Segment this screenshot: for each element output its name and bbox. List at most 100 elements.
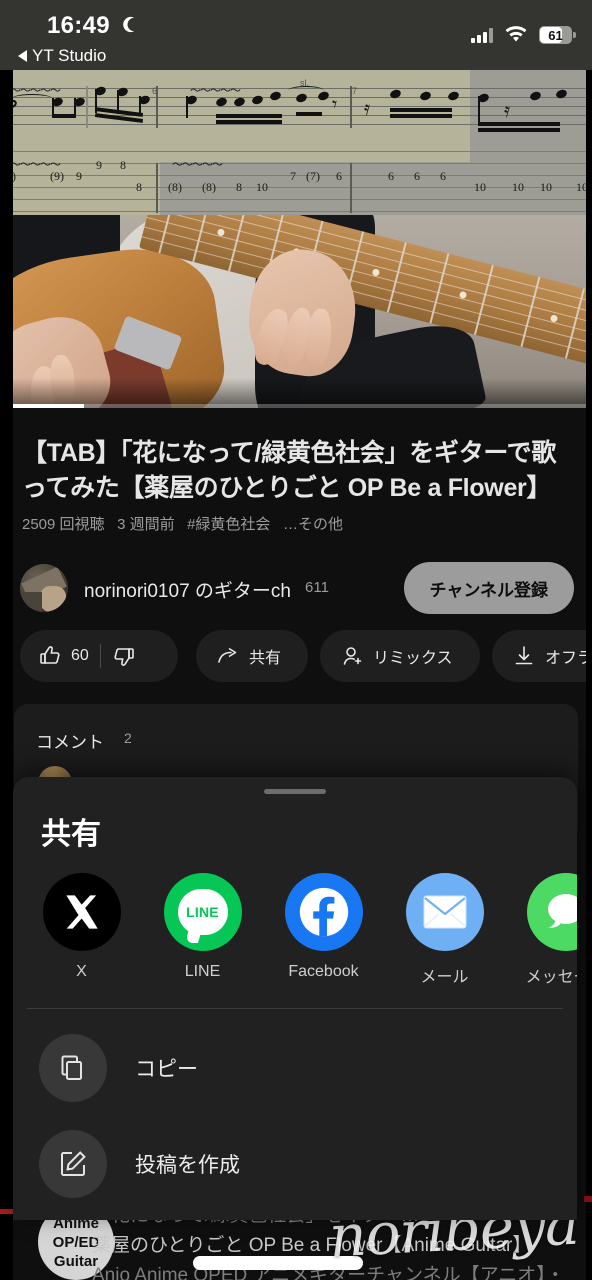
line-wordmark: LINE bbox=[186, 904, 219, 920]
chip-divider bbox=[99, 644, 101, 668]
action-chip-row: 60 共有 リミックス オフラ bbox=[0, 630, 592, 690]
measure-number-7: 7 bbox=[352, 86, 358, 96]
tab-number: 6 bbox=[414, 169, 420, 183]
share-arrow-icon bbox=[218, 647, 237, 663]
subscriber-count: 611 bbox=[305, 579, 329, 596]
tab-number: 10 bbox=[512, 180, 524, 194]
hashtag[interactable]: #緑黄色社会 bbox=[187, 516, 270, 533]
offline-chip[interactable]: オフライン bbox=[492, 630, 592, 682]
phone-screen: 16:49 YT Studio 61 6 7 〜〜〜〜〜 〜〜〜〜〜 sl. 𝄾… bbox=[0, 0, 592, 1280]
tab-number: 6 bbox=[336, 169, 342, 183]
remix-label: リミックス bbox=[373, 650, 453, 667]
comments-heading: コメント bbox=[36, 733, 104, 752]
tab-number: 10 bbox=[256, 180, 268, 194]
share-row-create-post[interactable]: 投稿を作成 bbox=[13, 1116, 577, 1212]
pencil-square-glyph bbox=[61, 1151, 86, 1176]
share-target-label: X bbox=[76, 963, 87, 980]
thumbs-up-icon[interactable] bbox=[38, 644, 62, 668]
subscribe-button[interactable]: チャンネル登録 bbox=[403, 562, 574, 614]
thumbs-down-icon[interactable] bbox=[112, 644, 136, 668]
line-bubble-glyph: LINE bbox=[177, 889, 228, 935]
tab-number: 10 bbox=[474, 180, 486, 194]
video-title[interactable]: 【TAB】「花になって/緑黄色社会」をギターで歌ってみた【薬屋のひとりごと OP… bbox=[22, 436, 574, 506]
show-more-link[interactable]: …その他 bbox=[283, 516, 343, 533]
envelope-glyph bbox=[423, 895, 466, 929]
share-targets-row[interactable]: X LINE LINE Facebook メール メッセ bbox=[13, 873, 577, 1003]
video-player[interactable] bbox=[0, 215, 592, 408]
mail-icon[interactable] bbox=[405, 873, 484, 951]
tab-number: 7 bbox=[290, 169, 296, 183]
tab-number: 6 bbox=[440, 169, 446, 183]
wifi-icon bbox=[505, 26, 527, 42]
copy-icon bbox=[39, 1034, 107, 1102]
status-bar: 16:49 YT Studio 61 bbox=[0, 0, 592, 70]
crescent-moon-icon bbox=[123, 16, 135, 33]
channel-avatar[interactable] bbox=[20, 564, 68, 612]
share-target-mail[interactable]: メール bbox=[384, 873, 505, 987]
facebook-glyph bbox=[299, 887, 348, 937]
cellular-signal-icon bbox=[471, 27, 493, 43]
remix-chip[interactable]: リミックス bbox=[320, 630, 480, 682]
measure-number-6: 6 bbox=[152, 86, 158, 96]
x-glyph bbox=[65, 895, 98, 929]
battery-icon: 61 bbox=[539, 26, 576, 44]
share-chip[interactable]: 共有 bbox=[196, 630, 308, 682]
battery-percent: 61 bbox=[548, 27, 563, 43]
share-target-label: メッセージ bbox=[525, 969, 577, 986]
remix-icon bbox=[343, 647, 362, 665]
back-label: YT Studio bbox=[32, 46, 107, 65]
x-twitter-icon[interactable] bbox=[42, 873, 121, 951]
chat-bubble-glyph bbox=[547, 894, 577, 929]
tab-number: 8 bbox=[236, 180, 242, 194]
tab-number: 6 bbox=[388, 169, 394, 183]
share-target-messages[interactable]: メッセージ bbox=[505, 873, 577, 987]
view-count: 2509 回視聴 bbox=[22, 516, 105, 533]
channel-name[interactable]: norinori0107 のギターch bbox=[84, 576, 291, 603]
like-dislike-chip[interactable]: 60 bbox=[20, 630, 178, 682]
sheet-divider bbox=[27, 1008, 563, 1009]
share-target-line[interactable]: LINE LINE bbox=[142, 873, 263, 981]
ornament-label: sl. bbox=[300, 78, 309, 88]
tab-number: (9) bbox=[50, 169, 64, 183]
share-row-label: 投稿を作成 bbox=[135, 1154, 240, 1177]
tab-number: 8 bbox=[120, 158, 126, 172]
right-edge-mask bbox=[586, 70, 592, 1280]
line-icon[interactable]: LINE bbox=[163, 873, 242, 951]
share-target-facebook[interactable]: Facebook bbox=[263, 873, 384, 981]
offline-label: オフライン bbox=[545, 650, 592, 667]
red-accent-right bbox=[584, 1196, 592, 1202]
tab-number: (8) bbox=[168, 180, 182, 194]
share-target-x[interactable]: X bbox=[21, 873, 142, 981]
left-edge-mask bbox=[0, 70, 13, 1280]
like-count: 60 bbox=[71, 647, 89, 664]
tab-number: (7) bbox=[306, 169, 320, 183]
back-to-yt-studio[interactable]: YT Studio bbox=[18, 46, 106, 66]
share-label: 共有 bbox=[249, 650, 282, 667]
back-triangle-icon bbox=[18, 50, 27, 62]
share-target-label: メール bbox=[420, 969, 469, 986]
share-row-copy[interactable]: コピー bbox=[13, 1020, 577, 1116]
channel-row: norinori0107 のギターch 611 チャンネル登録 bbox=[0, 558, 592, 620]
messages-icon[interactable] bbox=[526, 873, 577, 951]
guitar-tab-overlay: 6 7 〜〜〜〜〜 〜〜〜〜〜 sl. 𝄾 𝄿 𝄿 〜〜〜〜〜 (9) 9 9 … bbox=[0, 70, 592, 215]
share-target-label: LINE bbox=[184, 963, 221, 980]
status-time: 16:49 bbox=[47, 12, 110, 39]
comments-count: 2 bbox=[124, 730, 132, 746]
compose-post-icon bbox=[39, 1130, 107, 1198]
publish-date: 3 週間前 bbox=[117, 516, 175, 533]
facebook-icon[interactable] bbox=[284, 873, 363, 951]
tab-number: (8) bbox=[202, 180, 216, 194]
tab-number: 10 bbox=[540, 180, 552, 194]
video-meta-line[interactable]: 2509 回視聴 3 週間前 #緑黄色社会 …その他 bbox=[22, 513, 343, 534]
share-sheet-title: 共有 bbox=[41, 818, 101, 851]
tab-number: 8 bbox=[136, 180, 142, 194]
download-icon bbox=[515, 646, 533, 665]
share-target-label: Facebook bbox=[288, 963, 359, 980]
copy-glyph bbox=[61, 1055, 82, 1080]
tab-number: 9 bbox=[76, 169, 82, 183]
sheet-drag-handle[interactable] bbox=[264, 789, 326, 794]
status-indicators: 61 bbox=[471, 26, 576, 44]
share-bottom-sheet[interactable]: 共有 X LINE LINE Facebook メール メッセ コピー 投稿を作… bbox=[13, 777, 577, 1220]
tab-number: 9 bbox=[96, 158, 102, 172]
share-row-label: コピー bbox=[135, 1058, 198, 1081]
